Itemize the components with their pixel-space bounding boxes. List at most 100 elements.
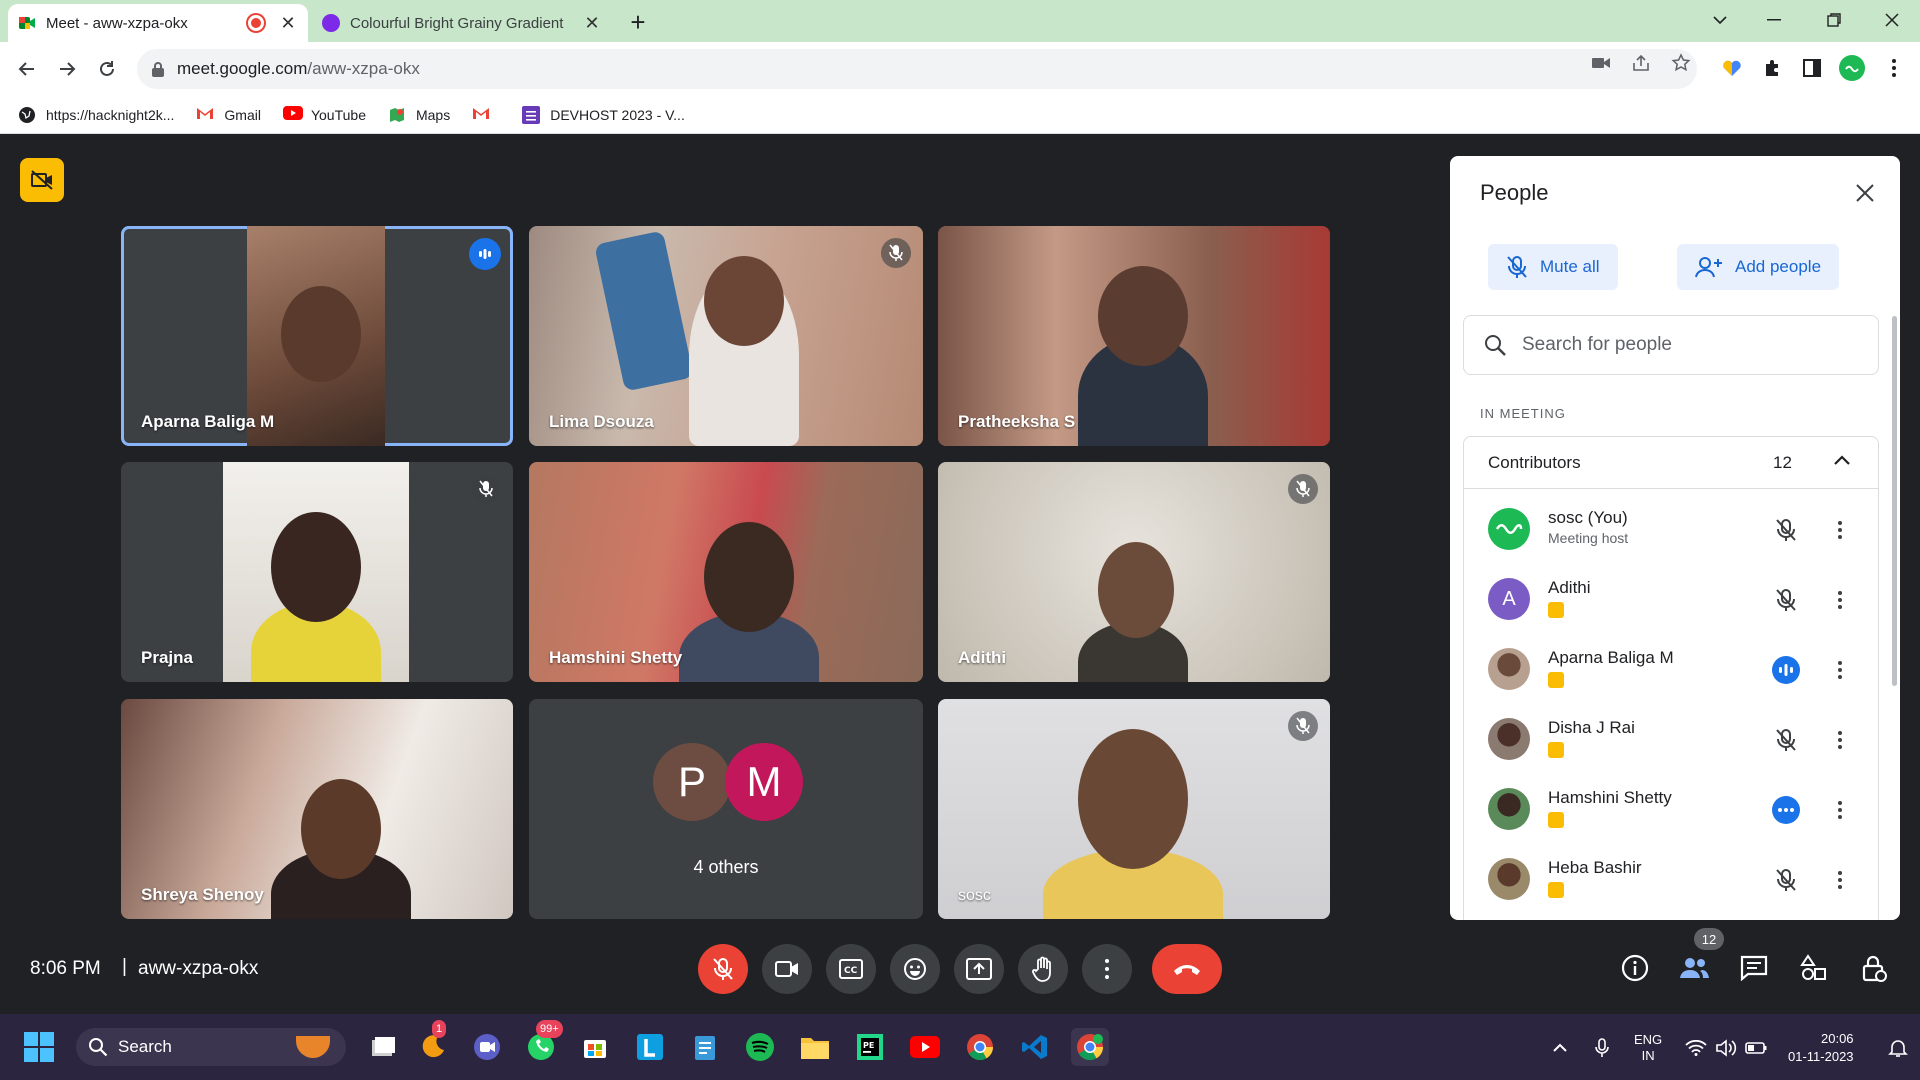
- store-icon[interactable]: [576, 1028, 614, 1066]
- lock-icon[interactable]: [151, 61, 165, 77]
- chrome-icon[interactable]: [961, 1028, 999, 1066]
- mute-all-button[interactable]: Mute all: [1488, 244, 1618, 290]
- taskview-icon[interactable]: [364, 1028, 402, 1066]
- participant-row[interactable]: Hamshini Shetty: [1464, 774, 1878, 844]
- close-tab-icon[interactable]: ✕: [278, 13, 298, 33]
- profile-avatar[interactable]: [1838, 54, 1866, 82]
- more-options-icon[interactable]: [1830, 586, 1850, 614]
- people-icon[interactable]: [1676, 950, 1712, 986]
- back-icon[interactable]: [12, 54, 42, 84]
- youtube-icon[interactable]: [906, 1028, 944, 1066]
- audio-activity-icon[interactable]: [1772, 796, 1800, 824]
- taskbar-clock[interactable]: 20:06 01-11-2023: [1788, 1030, 1854, 1066]
- forward-icon[interactable]: [52, 54, 82, 84]
- tab-gradient[interactable]: Colourful Bright Grainy Gradient ✕: [312, 4, 612, 42]
- camera-in-use-icon[interactable]: [1590, 52, 1612, 74]
- app-l-icon[interactable]: [631, 1028, 669, 1066]
- vscode-icon[interactable]: [1016, 1028, 1054, 1066]
- video-tile-prajna[interactable]: Prajna: [121, 462, 513, 682]
- muted-mic-icon[interactable]: [1772, 516, 1800, 544]
- video-tile-sosc[interactable]: sosc: [938, 699, 1330, 919]
- video-tile-hamshini[interactable]: Hamshini Shetty: [529, 462, 923, 682]
- address-bar[interactable]: meet.google.com/aww-xzpa-okx: [137, 49, 1697, 89]
- bookmark-star-icon[interactable]: [1670, 52, 1692, 74]
- video-tile-shreya[interactable]: Shreya Shenoy: [121, 699, 513, 919]
- bookmark-gmail-2[interactable]: [472, 106, 500, 124]
- participant-row[interactable]: Heba Bashir: [1464, 844, 1878, 914]
- video-tile-adithi[interactable]: Adithi: [938, 462, 1330, 682]
- raise-hand-button[interactable]: [1018, 944, 1068, 994]
- muted-mic-icon[interactable]: [1772, 866, 1800, 894]
- present-button[interactable]: [954, 944, 1004, 994]
- minimize-icon[interactable]: [1754, 4, 1794, 36]
- participant-row[interactable]: Aparna Baliga M: [1464, 634, 1878, 704]
- file-explorer-icon[interactable]: [796, 1028, 834, 1066]
- more-options-icon[interactable]: [1830, 656, 1850, 684]
- search-people-input[interactable]: Search for people: [1463, 315, 1879, 375]
- close-window-icon[interactable]: [1872, 4, 1912, 36]
- speaking-indicator-icon[interactable]: [1772, 656, 1800, 684]
- chat-icon[interactable]: [1736, 950, 1772, 986]
- extensions-puzzle-icon[interactable]: [1758, 54, 1786, 82]
- taskbar-search[interactable]: Search: [76, 1028, 346, 1066]
- participant-row[interactable]: sosc (You) Meeting host: [1464, 494, 1878, 564]
- language-indicator[interactable]: ENG IN: [1634, 1032, 1662, 1064]
- camera-off-badge-icon: [1548, 672, 1564, 688]
- video-tile-aparna[interactable]: Aparna Baliga M: [121, 226, 513, 446]
- bookmark-maps[interactable]: Maps: [388, 106, 450, 124]
- contributors-header[interactable]: Contributors 12: [1464, 437, 1878, 489]
- more-options-icon[interactable]: [1830, 866, 1850, 894]
- bookmark-gmail[interactable]: Gmail: [196, 106, 261, 124]
- side-panel-icon[interactable]: [1798, 54, 1826, 82]
- pycharm-icon[interactable]: PE: [851, 1028, 889, 1066]
- bookmark-youtube[interactable]: YouTube: [282, 105, 366, 124]
- volume-icon[interactable]: [1714, 1036, 1738, 1060]
- bookmark-devhost[interactable]: DEVHOST 2023 - V...: [522, 105, 685, 124]
- spotify-icon[interactable]: [741, 1028, 779, 1066]
- muted-mic-icon[interactable]: [1772, 726, 1800, 754]
- panel-scrollbar[interactable]: [1892, 316, 1897, 686]
- battery-icon[interactable]: [1744, 1036, 1768, 1060]
- clock-time: 20:06: [1821, 1031, 1854, 1046]
- chrome-active-icon[interactable]: [1071, 1028, 1109, 1066]
- tab-meet[interactable]: Meet - aww-xzpa-okx ✕: [8, 4, 308, 42]
- meeting-details-icon[interactable]: [1617, 950, 1653, 986]
- more-options-icon[interactable]: [1830, 516, 1850, 544]
- restore-icon[interactable]: [1814, 4, 1854, 36]
- windows-start-icon[interactable]: [24, 1032, 54, 1062]
- bookmark-hacknight[interactable]: https://hacknight2k...: [18, 106, 174, 124]
- meet-app-icon[interactable]: [468, 1028, 506, 1066]
- mic-toggle-button[interactable]: [698, 944, 748, 994]
- notepad-icon[interactable]: [686, 1028, 724, 1066]
- wifi-icon[interactable]: [1684, 1036, 1708, 1060]
- video-tile-pratheeksha[interactable]: Pratheeksha S: [938, 226, 1330, 446]
- camera-off-badge-icon[interactable]: [20, 158, 64, 202]
- more-options-icon[interactable]: [1830, 796, 1850, 824]
- others-tile[interactable]: P M 4 others: [529, 699, 923, 919]
- share-icon[interactable]: [1630, 52, 1652, 74]
- camera-toggle-button[interactable]: [762, 944, 812, 994]
- tray-mic-icon[interactable]: [1590, 1036, 1614, 1060]
- new-tab-button[interactable]: +: [622, 6, 654, 38]
- video-tile-lima[interactable]: Lima Dsouza: [529, 226, 923, 446]
- more-options-icon[interactable]: [1830, 726, 1850, 754]
- tab-search-chevron-icon[interactable]: [1700, 4, 1740, 36]
- participant-row[interactable]: A Adithi: [1464, 564, 1878, 634]
- more-options-button[interactable]: [1082, 944, 1132, 994]
- reload-icon[interactable]: [92, 54, 122, 84]
- captions-button[interactable]: CC: [826, 944, 876, 994]
- activities-icon[interactable]: [1796, 950, 1832, 986]
- close-tab-icon[interactable]: ✕: [582, 13, 602, 33]
- host-controls-icon[interactable]: [1856, 950, 1892, 986]
- chevron-up-icon[interactable]: [1832, 451, 1852, 471]
- tray-chevron-up-icon[interactable]: [1548, 1036, 1572, 1060]
- muted-mic-icon[interactable]: [1772, 586, 1800, 614]
- leave-call-button[interactable]: [1152, 944, 1222, 994]
- extension-heart-icon[interactable]: [1718, 54, 1746, 82]
- notifications-icon[interactable]: [1886, 1036, 1910, 1060]
- chrome-menu-icon[interactable]: [1880, 54, 1908, 82]
- add-people-button[interactable]: Add people: [1677, 244, 1840, 290]
- reactions-button[interactable]: [890, 944, 940, 994]
- participant-row[interactable]: Disha J Rai: [1464, 704, 1878, 774]
- close-panel-icon[interactable]: [1850, 178, 1880, 208]
